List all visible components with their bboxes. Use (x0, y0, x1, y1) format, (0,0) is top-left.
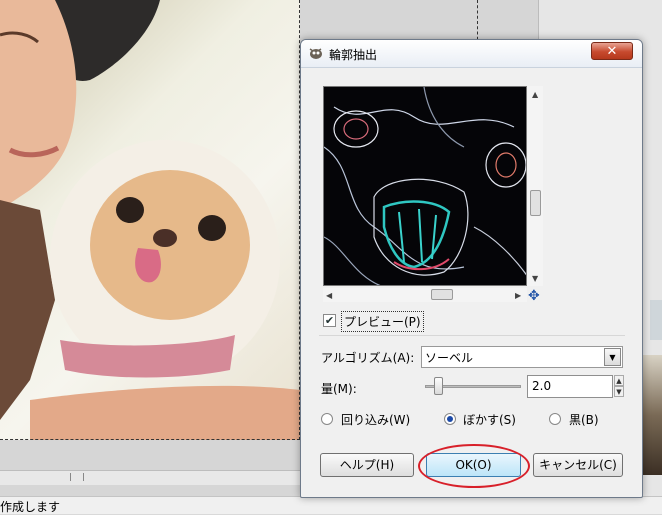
radio-wrap-label[interactable]: 回り込み(W) (341, 411, 410, 428)
preview-checkbox[interactable]: ✔ (323, 314, 336, 327)
dialog-titlebar[interactable]: 輪郭抽出 ✕ (301, 40, 642, 68)
radio-black-label[interactable]: 黒(B) (569, 411, 599, 428)
cancel-button[interactable]: キャンセル(C) (533, 453, 623, 477)
edge-preview-illustration (324, 87, 526, 285)
gimp-icon (309, 48, 322, 59)
help-button[interactable]: ヘルプ(H) (320, 453, 414, 477)
edge-detect-dialog: 輪郭抽出 ✕ ▲ ▼ ◀ ▶ ✥ ✔ プレビュー(P) アルゴリズム(A): ソ… (300, 39, 643, 498)
close-button[interactable]: ✕ (591, 42, 633, 60)
spin-up-icon[interactable]: ▲ (614, 375, 624, 386)
ok-annotation-circle (418, 444, 530, 488)
scroll-left-icon[interactable]: ◀ (326, 291, 332, 300)
canvas-scroll-grip[interactable] (70, 473, 84, 481)
algorithm-value[interactable]: ソーベル (425, 349, 473, 366)
dock-thumbnail (650, 300, 662, 340)
scroll-right-icon[interactable]: ▶ (515, 291, 521, 300)
preview-horizontal-thumb[interactable] (431, 289, 453, 300)
status-text: 作成します (0, 500, 61, 514)
navigate-icon[interactable]: ✥ (528, 289, 542, 303)
radio-smear-label[interactable]: ぼかす(S) (463, 411, 516, 428)
radio-wrap[interactable] (321, 413, 333, 425)
algorithm-label: アルゴリズム(A): (321, 351, 415, 365)
preview-checkbox-label[interactable]: プレビュー(P) (341, 311, 424, 332)
preview-vertical-scrollbar[interactable] (527, 86, 543, 286)
layer-thumbnail[interactable] (640, 355, 662, 475)
radio-smear[interactable] (444, 413, 456, 425)
amount-input[interactable]: 2.0 (527, 375, 613, 398)
spin-down-icon[interactable]: ▼ (614, 386, 624, 397)
amount-label: 量(M): (321, 382, 357, 396)
preview-horizontal-scrollbar[interactable] (323, 288, 527, 302)
amount-slider-handle[interactable] (433, 377, 443, 395)
scroll-down-icon[interactable]: ▼ (532, 274, 538, 283)
separator (319, 335, 625, 336)
radio-black[interactable] (549, 413, 561, 425)
status-bar (0, 496, 662, 514)
preview-vertical-thumb[interactable] (530, 190, 541, 216)
scroll-up-icon[interactable]: ▲ (532, 90, 538, 99)
preview-image[interactable] (323, 86, 527, 286)
chevron-down-icon[interactable]: ▼ (604, 348, 621, 366)
amount-spinner[interactable]: ▲ ▼ (614, 375, 624, 398)
dialog-title: 輪郭抽出 (329, 48, 378, 62)
selection-border (0, 0, 300, 440)
